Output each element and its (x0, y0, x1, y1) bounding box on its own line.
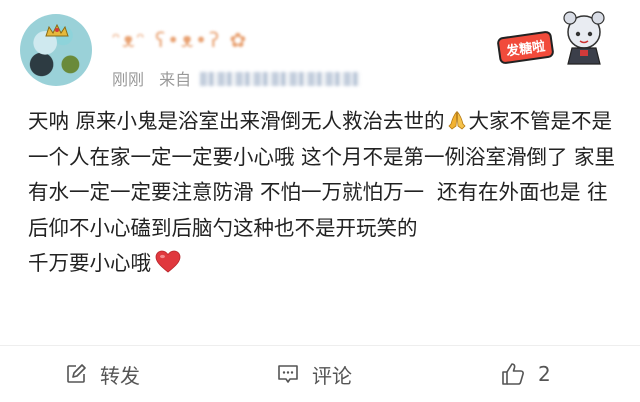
comment-label: 评论 (312, 363, 352, 388)
action-divider (0, 345, 640, 346)
post-time: 刚刚 (112, 70, 145, 89)
crown-icon (45, 24, 69, 37)
post-content: 天呐 原来小鬼是浴室出来滑倒无人救治去世的 大家不管是不是一个人在家一定一定要小… (28, 104, 624, 282)
weibo-post: ᵔᴥᵔ ʕ•ᴥ•ʔ ✿ 刚刚 来自 发糖啦 天呐 原来小鬼是浴室出来滑倒无人救治… (0, 0, 640, 402)
source-label: 来自 (159, 70, 192, 89)
content-part-2: 大家不管是不是一个人在家一定一定要小心哦 这个月不是第一例浴室滑倒了 家里有水一… (28, 109, 616, 275)
username[interactable]: ᵔᴥᵔ ʕ•ᴥ•ʔ ✿ (112, 28, 248, 53)
repost-label: 转发 (100, 363, 140, 388)
like-count: 2 (538, 362, 551, 386)
anime-girl-icon (563, 11, 605, 65)
avatar[interactable] (20, 14, 92, 86)
like-button[interactable]: 2 (500, 356, 551, 392)
source-device[interactable] (200, 72, 361, 86)
pendant-badge: 发糖啦 (496, 30, 555, 65)
comment-button[interactable]: 评论 (276, 356, 352, 392)
repost-icon (67, 364, 86, 383)
thumbs-up-icon (502, 363, 524, 385)
comment-icon (278, 365, 298, 383)
content-part-1: 天呐 原来小鬼是浴室出来滑倒无人救治去世的 (28, 109, 445, 133)
card-pendant: 发糖啦 (496, 10, 618, 70)
pray-emoji-icon (447, 110, 466, 130)
red-heart-emoji-icon (155, 250, 181, 273)
repost-button[interactable]: 转发 (64, 356, 140, 392)
post-meta: 刚刚 来自 (112, 66, 361, 90)
